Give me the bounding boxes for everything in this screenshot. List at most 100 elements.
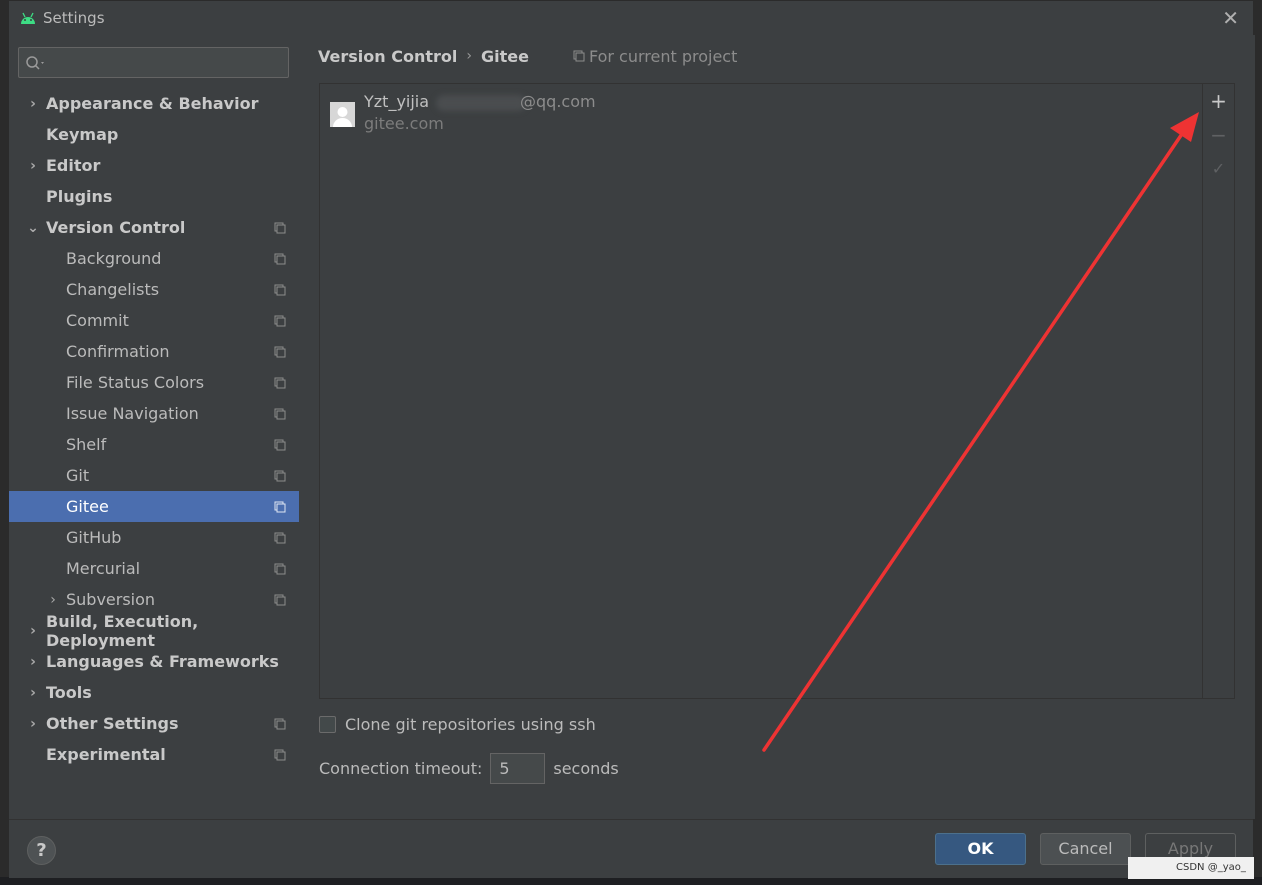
sidebar-item-subversion[interactable]: › Subversion (9, 584, 299, 615)
settings-sidebar: › Appearance & Behavior Keymap › Editor Plugi… (9, 35, 299, 819)
project-scope-icon (274, 408, 286, 419)
accounts-toolbar: + − ✓ (1202, 84, 1234, 698)
dialog-footer: ? OK Cancel Apply (9, 819, 1253, 878)
accounts-list: Yzt_yijia @qq.com gitee.com (320, 84, 1203, 698)
chevron-down-icon[interactable]: ⌄ (27, 220, 39, 236)
sidebar-item-label: Editor (46, 156, 101, 175)
sidebar-item-version-control[interactable]: ⌄ Version Control (9, 212, 299, 243)
breadcrumb-separator: › (466, 48, 472, 64)
chevron-right-icon[interactable]: › (47, 592, 59, 608)
project-scope-icon (274, 284, 286, 295)
account-name: Yzt_yijia (364, 92, 430, 111)
sidebar-item-shelf[interactable]: Shelf (9, 429, 299, 460)
sidebar-item-plugins[interactable]: Plugins (9, 181, 299, 212)
sidebar-item-label: Version Control (46, 218, 186, 237)
help-button[interactable]: ? (27, 836, 56, 865)
project-scope-icon (274, 346, 286, 357)
chevron-right-icon[interactable]: › (27, 623, 39, 639)
project-scope-icon (274, 470, 286, 481)
project-scope-icon (274, 439, 286, 450)
sidebar-item-label: Commit (66, 311, 129, 330)
ok-button[interactable]: OK (935, 833, 1026, 865)
scope-label: For current project (573, 47, 737, 66)
project-scope-icon (274, 594, 286, 605)
add-account-button[interactable]: + (1203, 86, 1234, 116)
project-scope-icon (274, 377, 286, 388)
set-default-account-button[interactable]: ✓ (1203, 154, 1234, 184)
sidebar-item-confirmation[interactable]: Confirmation (9, 336, 299, 367)
sidebar-item-label: Keymap (46, 125, 119, 144)
project-scope-icon (573, 50, 585, 62)
sidebar-item-label: File Status Colors (66, 373, 205, 392)
sidebar-item-git[interactable]: Git (9, 460, 299, 491)
sidebar-item-github[interactable]: GitHub (9, 522, 299, 553)
sidebar-item-gitee[interactable]: Gitee (9, 491, 299, 522)
sidebar-item-label: Mercurial (66, 559, 141, 578)
sidebar-item-label: Confirmation (66, 342, 170, 361)
timeout-label: Connection timeout: (319, 759, 483, 778)
chevron-right-icon[interactable]: › (27, 96, 39, 112)
project-scope-icon (274, 563, 286, 574)
project-scope-icon (274, 532, 286, 543)
account-email: @qq.com (520, 92, 596, 111)
user-avatar-icon (330, 102, 355, 127)
account-server: gitee.com (364, 114, 444, 133)
sidebar-item-tools[interactable]: › Tools (9, 677, 299, 708)
search-icon (26, 55, 44, 70)
sidebar-item-label: Build, Execution, Deployment (46, 611, 199, 650)
sidebar-item-experimental[interactable]: Experimental (9, 739, 299, 770)
sidebar-item-languages-frameworks[interactable]: › Languages & Frameworks (9, 646, 299, 677)
remove-account-button[interactable]: − (1203, 120, 1234, 150)
sidebar-item-changelists[interactable]: Changelists (9, 274, 299, 305)
sidebar-item-label: GitHub (66, 528, 122, 547)
redacted-email (436, 95, 526, 111)
project-scope-icon (274, 253, 286, 264)
sidebar-item-label: Background (66, 249, 162, 268)
clone-ssh-checkbox[interactable] (319, 716, 336, 733)
sidebar-item-label: Tools (46, 683, 92, 702)
close-icon[interactable]: ✕ (1222, 6, 1239, 30)
timeout-input[interactable] (490, 753, 546, 784)
timeout-option: Connection timeout: seconds (319, 753, 619, 784)
breadcrumb: Version Control › Gitee For current proj… (318, 45, 737, 67)
sidebar-item-label: Languages & Frameworks (46, 652, 279, 671)
chevron-right-icon[interactable]: › (27, 158, 39, 174)
sidebar-item-other-settings[interactable]: › Other Settings (9, 708, 299, 739)
sidebar-item-label: Appearance & Behavior (46, 94, 259, 113)
settings-content: Version Control › Gitee For current proj… (299, 35, 1255, 819)
settings-dialog: Settings ✕ › Appearance & Behavior Keymap ›… (8, 0, 1255, 878)
accounts-panel: Yzt_yijia @qq.com gitee.com + − ✓ (319, 83, 1235, 699)
sidebar-item-label: Gitee (66, 497, 109, 516)
sidebar-item-editor[interactable]: › Editor (9, 150, 299, 181)
sidebar-item-build-execution-deployment[interactable]: › Build, Execution, Deployment (9, 612, 299, 650)
chevron-right-icon[interactable]: › (27, 716, 39, 732)
clone-ssh-option[interactable]: Clone git repositories using ssh (319, 715, 596, 734)
title-bar: Settings ✕ (9, 1, 1253, 35)
sidebar-item-issue-navigation[interactable]: Issue Navigation (9, 398, 299, 429)
scope-text: For current project (588, 46, 738, 66)
project-scope-icon (274, 749, 286, 760)
sidebar-item-background[interactable]: Background (9, 243, 299, 274)
search-input[interactable] (18, 47, 289, 78)
avatar (330, 102, 355, 127)
chevron-right-icon[interactable]: › (27, 654, 39, 670)
chevron-right-icon[interactable]: › (27, 685, 39, 701)
sidebar-item-appearance-behavior[interactable]: › Appearance & Behavior (9, 88, 299, 119)
sidebar-item-mercurial[interactable]: Mercurial (9, 553, 299, 584)
sidebar-item-label: Changelists (66, 280, 160, 299)
sidebar-item-keymap[interactable]: Keymap (9, 119, 299, 150)
background-ide-right-strip (1254, 0, 1262, 885)
settings-tree: › Appearance & Behavior Keymap › Editor Plugi… (9, 88, 299, 770)
sidebar-item-file-status-colors[interactable]: File Status Colors (9, 367, 299, 398)
project-scope-icon (274, 222, 286, 233)
project-scope-icon (274, 718, 286, 729)
account-row[interactable]: Yzt_yijia @qq.com gitee.com (330, 92, 1190, 136)
watermark: CSDN @_yao_ (1128, 857, 1254, 879)
background-ide-bottom-strip (0, 877, 1262, 885)
android-icon (21, 12, 35, 24)
cancel-button[interactable]: Cancel (1040, 833, 1131, 865)
sidebar-item-label: Shelf (66, 435, 107, 454)
sidebar-item-commit[interactable]: Commit (9, 305, 299, 336)
breadcrumb-parent[interactable]: Version Control (318, 47, 457, 66)
sidebar-item-label: Plugins (46, 187, 113, 206)
